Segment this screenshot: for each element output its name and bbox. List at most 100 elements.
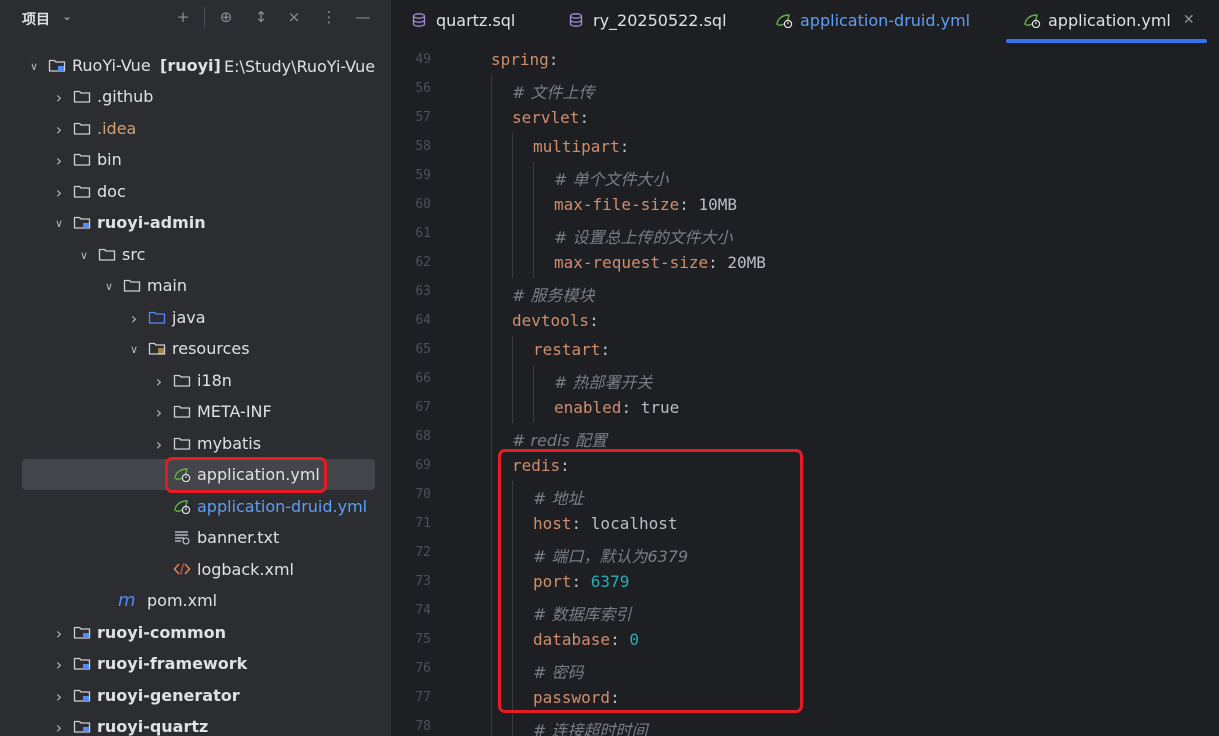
yaml-value: : (621, 398, 641, 417)
svg-text:m: m (118, 592, 136, 608)
chevron-down-icon[interactable]: ∨ (127, 342, 141, 356)
tree-item-ruoyi-quartz[interactable]: › ruoyi-quartz (0, 711, 391, 736)
chevron-down-icon[interactable]: ∨ (102, 279, 116, 293)
chevron-right-icon[interactable]: › (52, 151, 66, 170)
chevron-down-icon[interactable]: ∨ (27, 59, 41, 73)
chevron-right-icon[interactable]: › (152, 403, 166, 422)
code-text: # redis 配置 (512, 427, 607, 451)
resources-folder-icon (148, 340, 167, 357)
tree-item-label: mybatis (197, 434, 262, 453)
tree-item-src[interactable]: ∨ src (0, 239, 391, 270)
new-file-icon[interactable]: + (172, 6, 194, 28)
chevron-right-icon[interactable]: › (152, 435, 166, 454)
project-view-title[interactable]: 项目 (22, 9, 50, 29)
chevron-down-icon[interactable]: ∨ (77, 248, 91, 262)
tree-item-bin[interactable]: › bin (0, 144, 391, 175)
options-menu-icon[interactable]: ⋮ (318, 6, 340, 28)
chevron-right-icon[interactable]: › (52, 120, 66, 139)
code-line: 60 max-file-size: 10MB (391, 191, 1219, 220)
code-line: 67 enabled: true (391, 394, 1219, 423)
line-number: 63 (415, 284, 431, 299)
tree-item-github[interactable]: › .github (0, 81, 391, 112)
tab-application-yml[interactable]: application.yml ✕ (1023, 0, 1195, 40)
tree-item-java[interactable]: › java (0, 302, 391, 333)
line-number: 65 (415, 342, 431, 357)
tab-application-druid-yml[interactable]: application-druid.yml (775, 0, 970, 40)
code-line: 61 # 设置总上传的文件大小 (391, 220, 1219, 249)
tree-item-doc[interactable]: › doc (0, 176, 391, 207)
tree-item-logback-xml[interactable]: logback.xml (0, 554, 391, 585)
tree-item-label: logback.xml (197, 560, 294, 579)
project-path: E:\Study\RuoYi-Vue (224, 57, 376, 76)
code-comment: # 服务模块 (512, 286, 595, 305)
module-name: [ruoyi] (160, 56, 221, 75)
code-text: # 设置总上传的文件大小 (554, 224, 733, 248)
chevron-right-icon[interactable]: › (52, 183, 66, 202)
redis-config-highlight (498, 449, 803, 713)
code-comment: # redis 配置 (512, 431, 607, 450)
tree-item-label: META-INF (197, 402, 272, 421)
tree-item-resources[interactable]: ∨ resources (0, 333, 391, 364)
tab-quartz-sql[interactable]: quartz.sql (411, 0, 515, 40)
chevron-right-icon[interactable]: › (52, 624, 66, 643)
folder-icon (73, 183, 92, 200)
tree-item-pom-xml[interactable]: m pom.xml (0, 585, 391, 616)
code-text: multipart: (533, 137, 629, 156)
code-text: # 连接超时时间 (533, 717, 648, 736)
tree-item-mybatis[interactable]: › mybatis (0, 428, 391, 459)
tree-item-ruoyi-common[interactable]: › ruoyi-common (0, 617, 391, 648)
code-text: devtools: (512, 311, 599, 330)
code-comment: # 连接超时时间 (533, 721, 648, 736)
tree-item-idea[interactable]: › .idea (0, 113, 391, 144)
selected-file-highlight (165, 457, 327, 493)
folder-icon (173, 435, 192, 452)
close-icon[interactable]: ✕ (1183, 12, 1195, 28)
spring-yaml-icon (775, 12, 793, 28)
expand-all-icon[interactable]: ↕ (250, 6, 272, 28)
tree-item-label: RuoYi-Vue (72, 56, 151, 75)
chevron-down-icon[interactable]: ∨ (52, 216, 66, 230)
tree-item-ruoyi-framework[interactable]: › ruoyi-framework (0, 648, 391, 679)
chevron-right-icon[interactable]: › (152, 372, 166, 391)
tab-ry-sql[interactable]: ry_20250522.sql (568, 0, 727, 40)
yaml-value: : (579, 108, 590, 127)
chevron-right-icon[interactable]: › (52, 687, 66, 706)
line-number: 78 (415, 719, 431, 734)
code-text: max-request-size: 20MB (554, 253, 766, 272)
chevron-right-icon[interactable]: › (52, 88, 66, 107)
chevron-right-icon[interactable]: › (52, 655, 66, 674)
line-number: 60 (415, 197, 431, 212)
folder-icon (123, 277, 142, 294)
active-tab-indicator (1006, 39, 1207, 43)
yaml-key: devtools (512, 311, 590, 330)
code-comment: # 设置总上传的文件大小 (554, 228, 733, 247)
tree-item-label: application-druid.yml (197, 497, 368, 516)
folder-icon (73, 151, 92, 168)
locate-target-icon[interactable]: ⊕ (215, 6, 237, 28)
tree-item-meta-inf[interactable]: › META-INF (0, 396, 391, 427)
tree-item-label: resources (172, 339, 250, 358)
tree-item-i18n[interactable]: › i18n (0, 365, 391, 396)
tree-item-banner-txt[interactable]: banner.txt (0, 522, 391, 553)
yaml-key: restart (533, 340, 601, 359)
code-text: # 单个文件大小 (554, 166, 669, 190)
yaml-value: 10MB (698, 195, 738, 214)
line-number: 58 (415, 139, 431, 154)
tree-item-ruoyi-generator[interactable]: › ruoyi-generator (0, 680, 391, 711)
chevron-right-icon[interactable]: › (127, 309, 141, 328)
module-folder-icon (48, 57, 67, 74)
hide-panel-icon[interactable]: — (352, 6, 374, 28)
tree-item-label: banner.txt (197, 528, 280, 547)
code-line: 64 devtools: (391, 307, 1219, 336)
chevron-right-icon[interactable]: › (52, 718, 66, 736)
tree-item-label: pom.xml (147, 591, 218, 610)
collapse-all-icon[interactable]: × (283, 6, 305, 28)
module-folder-icon (73, 624, 92, 641)
chevron-down-icon[interactable]: ⌄ (62, 9, 72, 23)
tree-item-ruoyi-vue[interactable]: ∨ RuoYi-Vue [ruoyi] E:\Study\RuoYi-Vue (0, 50, 391, 81)
tree-item-ruoyi-admin[interactable]: ∨ ruoyi-admin (0, 207, 391, 238)
tree-item-application-druid-yml[interactable]: application-druid.yml (0, 491, 391, 522)
tree-item-main[interactable]: ∨ main (0, 270, 391, 301)
code-line: 57 servlet: (391, 104, 1219, 133)
yaml-value: : (589, 311, 599, 330)
